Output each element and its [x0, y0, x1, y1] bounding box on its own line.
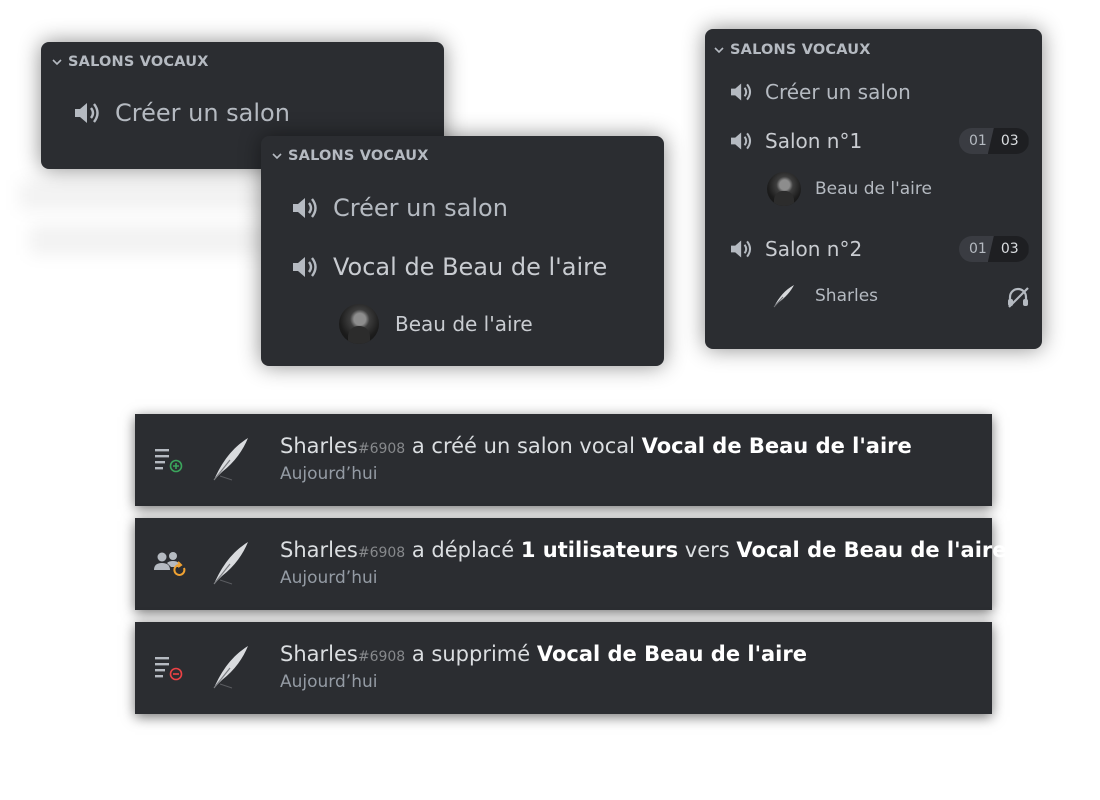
audit-log-entry[interactable]: Sharles#6908 a déplacé 1 utilisateurs ve…: [135, 518, 1007, 610]
log-timestamp: Aujourd’hui: [280, 568, 378, 588]
voice-channel-item[interactable]: Vocal de Beau de l'aire: [291, 253, 607, 281]
speaker-icon: [731, 132, 752, 150]
log-discriminator: #6908: [357, 649, 406, 665]
category-title: SALONS VOCAUX: [288, 148, 429, 164]
background-shadow: [20, 180, 270, 210]
user-count: 01: [959, 236, 994, 262]
quill-avatar-icon: [213, 646, 248, 689]
voice-channel-item[interactable]: Salon n°1: [729, 129, 862, 153]
log-target: Vocal de Beau de l'aire: [641, 434, 912, 458]
log-action: a supprimé: [405, 642, 537, 666]
log-username[interactable]: Sharles: [280, 538, 358, 562]
voice-channel-name: Vocal de Beau de l'aire: [333, 253, 608, 281]
create-channel-item[interactable]: Créer un salon: [729, 80, 911, 104]
log-message: Sharles#6908 a déplacé 1 utilisateurs ve…: [280, 538, 1007, 562]
background-shadow: [30, 225, 270, 255]
voice-channel-name: Salon n°2: [765, 237, 863, 261]
log-message: Sharles#6908 a créé un salon vocal Vocal…: [280, 434, 912, 458]
avatar: [767, 172, 801, 206]
quill-avatar-icon: [213, 542, 248, 585]
category-header[interactable]: SALONS VOCAUX: [271, 148, 429, 164]
log-timestamp: Aujourd’hui: [280, 464, 378, 484]
category-header[interactable]: SALONS VOCAUX: [713, 42, 871, 58]
speaker-icon: [293, 257, 317, 277]
log-discriminator: #6908: [357, 441, 406, 457]
channel-create-icon: [155, 449, 183, 473]
quill-avatar-icon: [213, 438, 248, 481]
chevron-down-icon: [272, 153, 282, 160]
voice-member[interactable]: Sharles: [771, 283, 878, 309]
chevron-down-icon: [714, 47, 724, 54]
category-title: SALONS VOCAUX: [68, 54, 209, 70]
log-action: a créé un salon vocal: [405, 434, 642, 458]
deafened-icon: [1008, 287, 1029, 308]
log-discriminator: #6908: [357, 545, 406, 561]
speaker-icon: [731, 240, 752, 258]
log-target: Vocal de Beau de l'aire: [736, 538, 1007, 562]
log-mid: vers: [678, 538, 737, 562]
channel-delete-icon: [155, 657, 183, 681]
user-limit: 03: [987, 236, 1029, 262]
create-channel-label: Créer un salon: [765, 80, 911, 104]
audit-log-entry[interactable]: Sharles#6908 a créé un salon vocal Vocal…: [135, 414, 992, 506]
audit-log-entry[interactable]: Sharles#6908 a supprimé Vocal de Beau de…: [135, 622, 992, 714]
voice-member[interactable]: Beau de l'aire: [339, 304, 533, 344]
voice-category-panel-c: SALONS VOCAUX Créer un salon Salon n°1 0…: [705, 29, 1042, 349]
voice-member[interactable]: Beau de l'aire: [767, 172, 932, 206]
speaker-icon: [75, 103, 99, 123]
voice-channel-item[interactable]: Salon n°2: [729, 237, 862, 261]
speaker-icon: [293, 198, 317, 218]
log-count: 1 utilisateurs: [520, 538, 679, 562]
log-timestamp: Aujourd’hui: [280, 672, 378, 692]
avatar: [339, 304, 379, 344]
user-count: 01: [959, 128, 994, 154]
chevron-down-icon: [52, 59, 62, 66]
log-message: Sharles#6908 a supprimé Vocal de Beau de…: [280, 642, 807, 666]
log-username[interactable]: Sharles: [280, 434, 358, 458]
user-limit: 03: [987, 128, 1029, 154]
log-username[interactable]: Sharles: [280, 642, 358, 666]
create-channel-item[interactable]: Créer un salon: [73, 99, 290, 127]
voice-channel-name: Salon n°1: [765, 129, 863, 153]
log-action: a déplacé: [405, 538, 521, 562]
user-limit-badge: 01 03: [959, 128, 1029, 154]
create-channel-label: Créer un salon: [333, 194, 508, 222]
speaker-icon: [731, 83, 752, 101]
quill-avatar-icon: [773, 285, 794, 308]
category-header[interactable]: SALONS VOCAUX: [51, 54, 209, 70]
member-name: Beau de l'aire: [815, 179, 932, 199]
category-title: SALONS VOCAUX: [730, 42, 871, 58]
member-name: Beau de l'aire: [395, 312, 533, 336]
create-channel-label: Créer un salon: [115, 99, 290, 127]
user-limit-badge: 01 03: [959, 236, 1029, 262]
log-target: Vocal de Beau de l'aire: [536, 642, 807, 666]
member-move-icon: [154, 552, 186, 576]
member-name: Sharles: [815, 286, 879, 306]
create-channel-item[interactable]: Créer un salon: [291, 194, 508, 222]
voice-category-panel-b: SALONS VOCAUX Créer un salon Vocal de Be…: [261, 136, 664, 366]
